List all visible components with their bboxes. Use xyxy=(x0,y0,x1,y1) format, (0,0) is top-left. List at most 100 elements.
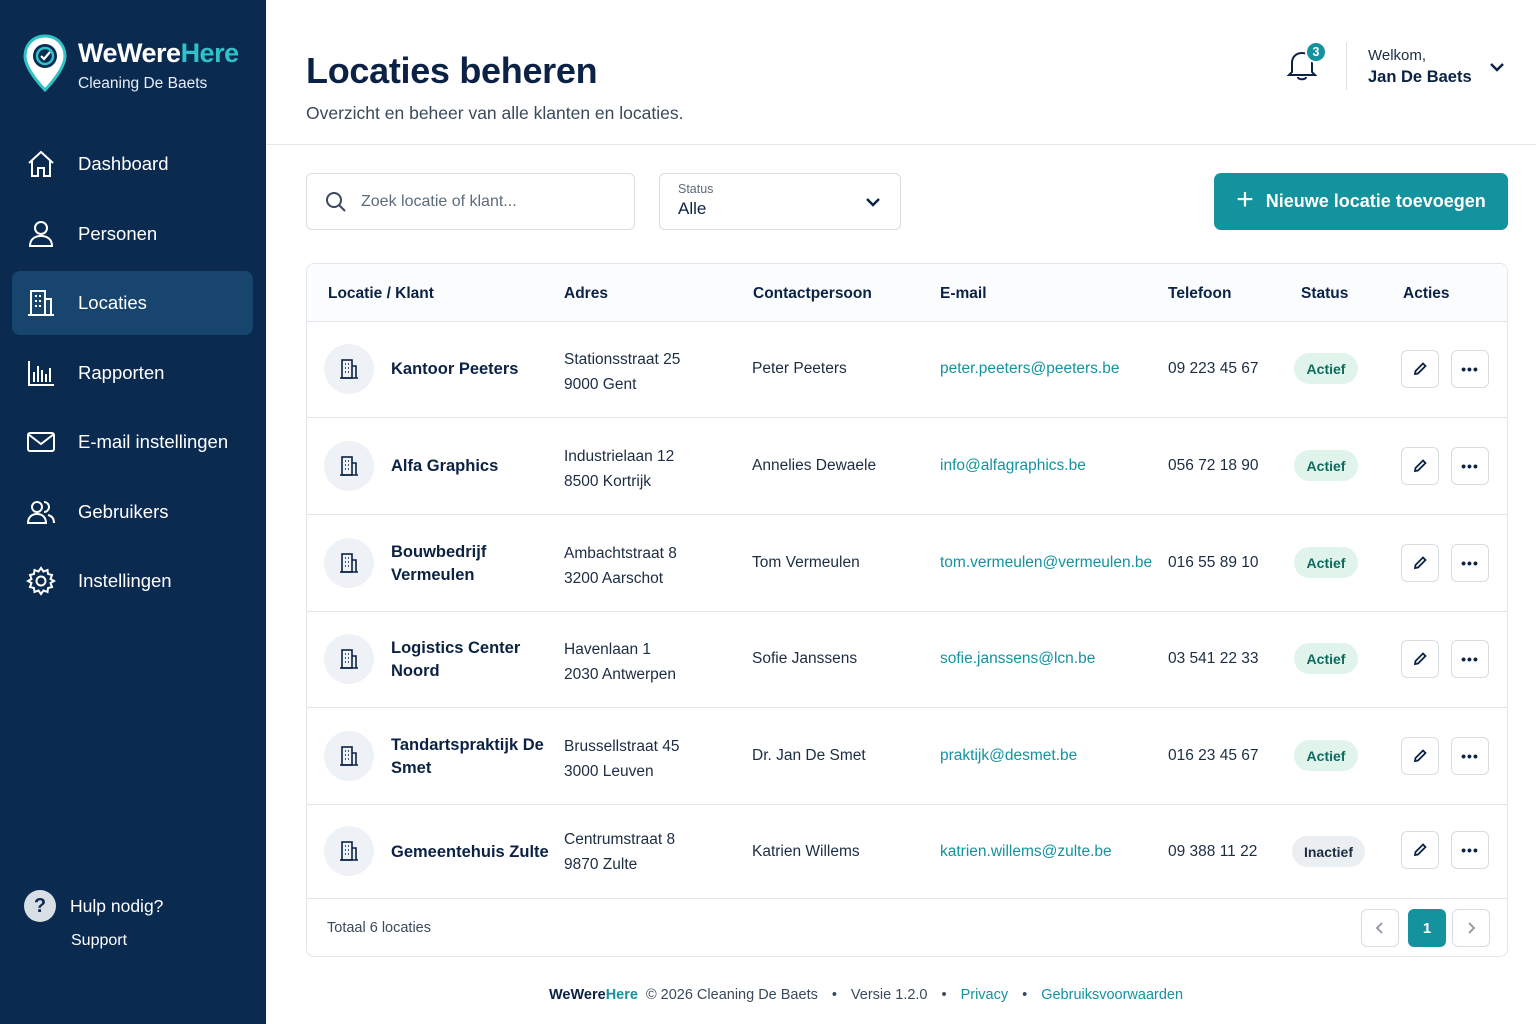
chevron-down-icon xyxy=(866,198,880,207)
table-row[interactable]: Alfa Graphics Industrielaan 12 8500 Kortr… xyxy=(307,419,1507,515)
sidebar-item-email-instellingen[interactable]: E-mail instellingen xyxy=(12,410,253,474)
sidebar-item-rapporten[interactable]: Rapporten xyxy=(12,341,253,405)
sidebar-item-label: E-mail instellingen xyxy=(78,431,229,452)
pagination-prev-button[interactable] xyxy=(1361,909,1399,947)
user-menu[interactable]: Welkom, Jan De Baets xyxy=(1368,47,1472,87)
footer-brand-part1: WeWere xyxy=(549,987,606,1003)
location-name[interactable]: Gemeentehuis Zulte xyxy=(391,841,566,864)
more-options-button[interactable]: ••• xyxy=(1451,447,1489,485)
contact-person: Peter Peeters xyxy=(752,360,847,377)
sidebar-item-personen[interactable]: Personen xyxy=(12,202,253,266)
support-link[interactable]: Support xyxy=(71,932,163,950)
email-link[interactable]: praktijk@desmet.be xyxy=(940,747,1077,765)
address-city: 2030 Antwerpen xyxy=(564,666,677,683)
phone-number: 09 388 11 22 xyxy=(1168,843,1258,860)
phone-number: 09 223 45 67 xyxy=(1168,360,1259,377)
search-input[interactable] xyxy=(361,192,601,211)
status-badge: Actief xyxy=(1294,450,1358,481)
status-filter-select[interactable]: Status Alle xyxy=(659,173,901,230)
table-row[interactable]: Logistics Center Noord Havenlaan 1 2030 A… xyxy=(307,612,1507,708)
email-link[interactable]: sofie.janssens@lcn.be xyxy=(940,650,1095,668)
location-name[interactable]: Kantoor Peeters xyxy=(391,358,556,381)
pagination-next-button[interactable] xyxy=(1452,909,1490,947)
search-box[interactable] xyxy=(306,173,635,230)
page-subtitle: Overzicht en beheer van alle klanten en … xyxy=(306,103,684,123)
edit-button[interactable] xyxy=(1401,831,1439,869)
location-name[interactable]: Logistics Center Noord xyxy=(391,637,556,683)
contact-person: Sofie Janssens xyxy=(752,650,858,667)
address-street: Ambachtstraat 8 xyxy=(564,545,677,562)
edit-button[interactable] xyxy=(1401,447,1439,485)
column-header-status[interactable]: Status xyxy=(1301,285,1348,303)
building-icon xyxy=(324,441,374,491)
more-options-button[interactable]: ••• xyxy=(1451,640,1489,678)
header-divider-vertical xyxy=(1346,42,1347,90)
privacy-link[interactable]: Privacy xyxy=(961,987,1009,1003)
address-city: 3200 Aarschot xyxy=(564,570,664,587)
chevron-right-icon xyxy=(1468,922,1476,934)
contact-person: Tom Vermeulen xyxy=(752,554,860,571)
edit-button[interactable] xyxy=(1401,640,1439,678)
more-options-button[interactable]: ••• xyxy=(1451,350,1489,388)
edit-button[interactable] xyxy=(1401,544,1439,582)
column-header-locatie[interactable]: Locatie / Klant xyxy=(328,285,434,303)
gear-icon xyxy=(26,566,56,596)
add-location-button[interactable]: + Nieuwe locatie toevoegen xyxy=(1214,173,1508,230)
terms-link[interactable]: Gebruiksvoorwaarden xyxy=(1041,987,1183,1003)
email-link[interactable]: tom.vermeulen@vermeulen.be xyxy=(940,554,1152,572)
address-street: Centrumstraat 8 xyxy=(564,831,676,848)
edit-button[interactable] xyxy=(1401,350,1439,388)
brand-name-part2: Here xyxy=(180,38,240,68)
location-address: Ambachtstraat 8 3200 Aarschot xyxy=(564,541,677,591)
footer-copyright: © 2026 Cleaning De Baets xyxy=(645,987,818,1003)
location-name[interactable]: Tandartspraktijk De Smet xyxy=(391,734,556,780)
sidebar-item-instellingen[interactable]: Instellingen xyxy=(12,549,253,613)
location-name[interactable]: Alfa Graphics xyxy=(391,455,556,478)
brand-subtitle: Cleaning De Baets xyxy=(78,75,208,92)
header-divider xyxy=(266,144,1536,145)
brand-name: WeWereHere xyxy=(78,40,239,67)
address-city: 3000 Leuven xyxy=(564,763,654,780)
status-badge: Actief xyxy=(1294,643,1358,674)
table-row[interactable]: Kantoor Peeters Stationsstraat 25 9000 Ge… xyxy=(307,322,1507,418)
sidebar-item-label: Personen xyxy=(78,222,158,244)
sidebar-item-dashboard[interactable]: Dashboard xyxy=(12,132,253,196)
chevron-down-icon[interactable] xyxy=(1488,58,1506,76)
location-address: Havenlaan 1 2030 Antwerpen xyxy=(564,637,676,687)
pencil-icon xyxy=(1413,459,1427,473)
brand-name-part1: WeWere xyxy=(78,38,181,68)
table-row[interactable]: Tandartspraktijk De Smet Brussellstraat … xyxy=(307,709,1507,805)
plus-icon: + xyxy=(1236,183,1254,216)
more-options-button[interactable]: ••• xyxy=(1451,737,1489,775)
column-header-contactpersoon[interactable]: Contactpersoon xyxy=(753,285,872,303)
sidebar-item-label: Instellingen xyxy=(78,570,172,591)
sidebar-item-locaties[interactable]: Locaties xyxy=(12,271,253,335)
email-link[interactable]: info@alfagraphics.be xyxy=(940,457,1086,475)
status-badge: Actief xyxy=(1294,547,1358,578)
email-link[interactable]: katrien.willems@zulte.be xyxy=(940,843,1112,861)
address-street: Havenlaan 1 xyxy=(564,641,652,658)
pagination-page-button[interactable]: 1 xyxy=(1408,909,1446,947)
edit-button[interactable] xyxy=(1401,737,1439,775)
location-name[interactable]: Bouwbedrijf Vermeulen xyxy=(391,541,556,587)
table-footer: Totaal 6 locaties 1 xyxy=(307,899,1507,956)
table-row[interactable]: Bouwbedrijf Vermeulen Ambachtstraat 8 320… xyxy=(307,516,1507,612)
search-icon xyxy=(326,191,346,212)
column-header-telefoon[interactable]: Telefoon xyxy=(1168,285,1231,303)
home-icon xyxy=(26,149,56,179)
column-header-adres[interactable]: Adres xyxy=(564,285,608,303)
ellipsis-icon: ••• xyxy=(1461,555,1479,571)
pencil-icon xyxy=(1413,362,1427,376)
phone-number: 016 23 45 67 xyxy=(1168,747,1259,764)
brand[interactable]: WeWereHere Cleaning De Baets xyxy=(22,34,239,94)
email-link[interactable]: peter.peeters@peeters.be xyxy=(940,360,1119,378)
more-options-button[interactable]: ••• xyxy=(1451,544,1489,582)
more-options-button[interactable]: ••• xyxy=(1451,831,1489,869)
table-row[interactable]: Gemeentehuis Zulte Centrumstraat 8 9870 Z… xyxy=(307,805,1507,899)
sidebar-item-gebruikers[interactable]: Gebruikers xyxy=(12,480,253,544)
sidebar-item-label: Locaties xyxy=(78,292,147,313)
pencil-icon xyxy=(1413,843,1427,857)
column-header-email[interactable]: E-mail xyxy=(940,285,987,303)
building-icon xyxy=(324,538,374,588)
sidebar-item-label: Gebruikers xyxy=(78,500,169,522)
